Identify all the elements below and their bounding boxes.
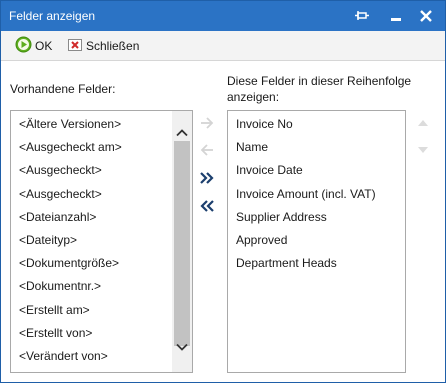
list-item[interactable]: <Dokumentgröße> (19, 256, 119, 270)
displayed-fields-label: Diese Felder in dieser Reihenfolge anzei… (227, 74, 412, 104)
list-item[interactable]: <Ausgecheckt> (19, 187, 102, 201)
list-item[interactable]: Invoice Amount (incl. VAT) (236, 187, 376, 201)
pin-icon[interactable] (354, 7, 372, 25)
list-item[interactable]: <Ältere Versionen> (19, 117, 121, 131)
ok-button-label: OK (35, 39, 53, 53)
add-field-icon[interactable] (198, 114, 216, 132)
scroll-down-icon[interactable] (174, 339, 190, 355)
scrollbar-thumb[interactable] (174, 141, 190, 346)
list-item[interactable]: Invoice Date (236, 163, 303, 177)
list-item[interactable]: Department Heads (236, 256, 337, 270)
list-item[interactable]: <Ausgecheckt am> (19, 140, 122, 154)
vertical-scrollbar[interactable] (172, 111, 192, 372)
field-chooser-dialog: Felder anzeigen OK Schließen Vorhandene … (0, 0, 446, 383)
scroll-up-icon[interactable] (174, 125, 190, 141)
list-item[interactable]: Approved (236, 233, 287, 247)
list-item[interactable]: <Ausgecheckt> (19, 163, 102, 177)
list-item[interactable]: <Dateianzahl> (19, 210, 96, 224)
remove-all-icon[interactable] (198, 197, 216, 215)
move-down-icon[interactable] (414, 141, 432, 159)
available-fields-label: Vorhandene Felder: (10, 82, 116, 96)
list-item[interactable]: <Erstellt am> (19, 303, 90, 317)
list-item[interactable]: <Verändert von> (19, 349, 108, 363)
play-icon (15, 36, 32, 56)
close-button-label: Schließen (86, 39, 140, 53)
available-fields-list[interactable]: <Ältere Versionen> <Ausgecheckt am> <Aus… (10, 110, 193, 373)
displayed-fields-list[interactable]: Invoice No Name Invoice Date Invoice Amo… (227, 110, 406, 373)
remove-field-icon[interactable] (198, 141, 216, 159)
list-item[interactable]: Supplier Address (236, 210, 327, 224)
close-x-icon (67, 37, 83, 56)
list-item[interactable]: <Erstellt von> (19, 326, 92, 340)
list-item[interactable]: <Dokumentnr.> (19, 279, 101, 293)
list-item[interactable]: <Dateityp> (19, 233, 77, 247)
title-bar[interactable]: Felder anzeigen (1, 1, 445, 31)
close-icon[interactable] (417, 7, 435, 25)
toolbar: OK Schließen (1, 31, 445, 61)
ok-button[interactable]: OK (15, 36, 53, 56)
move-up-icon[interactable] (414, 114, 432, 132)
list-item[interactable]: Invoice No (236, 117, 293, 131)
list-item[interactable]: Name (236, 140, 268, 154)
minimize-icon[interactable] (387, 7, 405, 25)
window-title: Felder anzeigen (9, 9, 96, 23)
add-all-icon[interactable] (198, 169, 216, 187)
close-button[interactable]: Schließen (67, 37, 139, 55)
